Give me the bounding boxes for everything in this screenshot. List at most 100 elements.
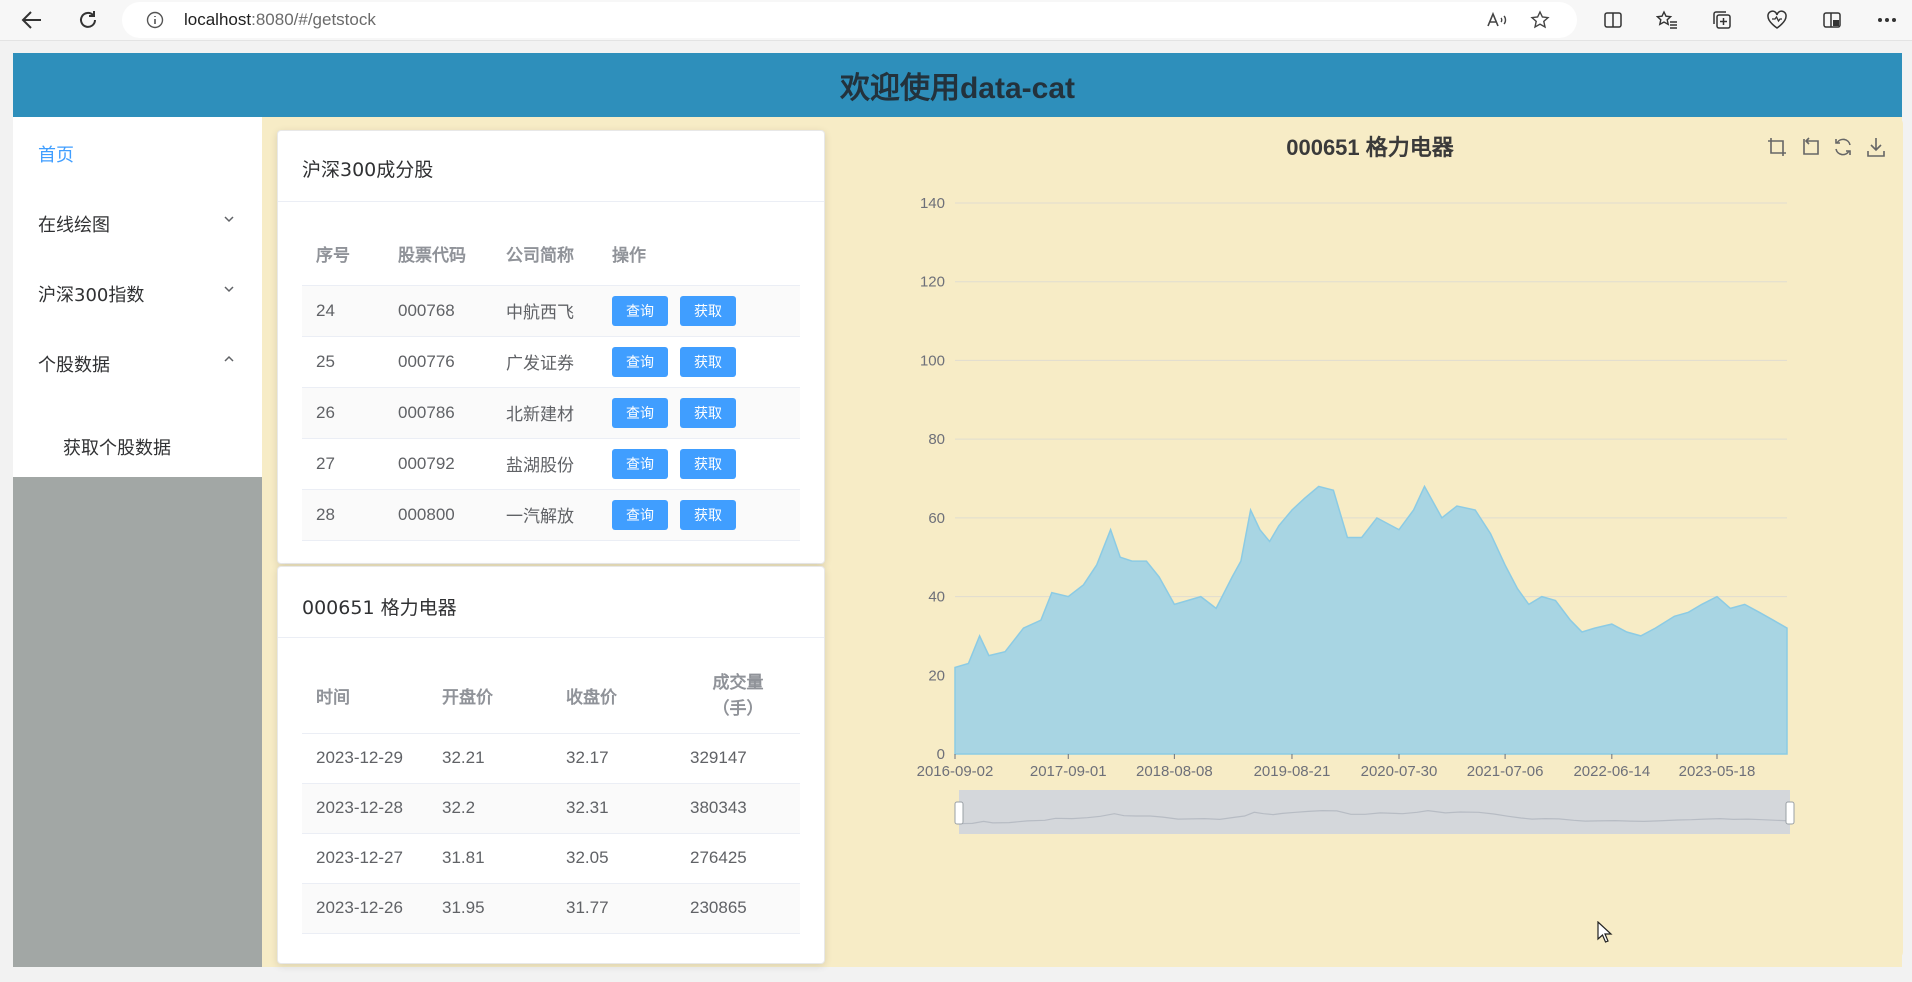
column-header: 公司简称 bbox=[492, 223, 598, 286]
cell-no: 24 bbox=[302, 285, 384, 337]
cell-open: 32.21 bbox=[428, 733, 552, 784]
cell-code: 000768 bbox=[384, 285, 492, 337]
workspaces-icon[interactable] bbox=[1816, 4, 1848, 36]
split-screen-icon[interactable] bbox=[1597, 4, 1629, 36]
x-tick-label: 2022-06-14 bbox=[1573, 763, 1650, 780]
constituent-stocks-card: 沪深300成分股 序号 股票代码 公司简称 操作 24 000768 中航西飞 … bbox=[277, 130, 825, 564]
info-icon[interactable] bbox=[146, 11, 164, 33]
card-title: 000651 格力电器 bbox=[302, 597, 457, 619]
cell-volume: 276425 bbox=[676, 833, 800, 884]
chevron-up-icon bbox=[224, 355, 234, 362]
cell-date: 2023-12-27 bbox=[302, 833, 428, 884]
cell-actions: 查询 获取 bbox=[598, 438, 800, 490]
cell-volume: 329147 bbox=[676, 733, 800, 784]
column-header: 时间 bbox=[302, 659, 428, 734]
data-zoom-left-handle[interactable] bbox=[954, 801, 964, 825]
fetch-button[interactable]: 获取 bbox=[680, 499, 736, 530]
cell-close: 32.05 bbox=[552, 833, 676, 884]
read-aloud-icon[interactable] bbox=[1486, 11, 1508, 33]
fetch-button[interactable]: 获取 bbox=[680, 448, 736, 479]
query-button[interactable]: 查询 bbox=[612, 295, 668, 326]
query-button[interactable]: 查询 bbox=[612, 448, 668, 479]
x-tick-label: 2023-05-18 bbox=[1679, 763, 1756, 780]
table-body: 2023-12-29 32.21 32.17 329147 2023-12-28… bbox=[302, 733, 800, 934]
cell-open: 31.81 bbox=[428, 833, 552, 884]
data-zoom-slider[interactable] bbox=[959, 790, 1790, 834]
cell-date: 2023-12-29 bbox=[302, 733, 428, 784]
cell-no: 26 bbox=[302, 387, 384, 439]
chevron-down-icon bbox=[224, 216, 234, 223]
reload-icon[interactable] bbox=[72, 4, 104, 36]
table-row: 24 000768 中航西飞 查询 获取 bbox=[302, 285, 800, 337]
cell-name: 一汽解放 bbox=[492, 489, 598, 541]
y-tick-label: 80 bbox=[928, 431, 945, 448]
card-title: 沪深300成分股 bbox=[302, 159, 434, 181]
favorite-star-icon[interactable] bbox=[1530, 10, 1550, 34]
sidebar-item-hs300-index[interactable]: 沪深300指数 bbox=[13, 257, 262, 327]
x-tick-label: 2017-09-01 bbox=[1030, 763, 1107, 780]
query-button[interactable]: 查询 bbox=[612, 397, 668, 428]
sidebar-item-label: 个股数据 bbox=[38, 355, 110, 376]
table-row: 25 000776 广发证券 查询 获取 bbox=[302, 336, 800, 388]
chevron-down-icon bbox=[224, 286, 234, 293]
cell-name: 广发证券 bbox=[492, 336, 598, 388]
favorites-icon[interactable] bbox=[1651, 4, 1683, 36]
sidebar-item-label: 沪深300指数 bbox=[38, 285, 145, 306]
price-area-chart[interactable]: 0 20 40 60 80 100 120 140 2016-09-02 2017-09-01 20… bbox=[837, 118, 1903, 958]
y-tick-label: 60 bbox=[928, 510, 945, 527]
cell-actions: 查询 获取 bbox=[598, 387, 800, 439]
column-header: 股票代码 bbox=[384, 223, 492, 286]
url-text: localhost:8080/#/getstock bbox=[184, 10, 376, 29]
cell-actions: 查询 获取 bbox=[598, 285, 800, 337]
column-header: 开盘价 bbox=[428, 659, 552, 734]
cell-name: 北新建材 bbox=[492, 387, 598, 439]
cell-volume: 380343 bbox=[676, 783, 800, 834]
chart-panel: 000651 格力电器 0 20 40 60 80 100 120 140 2016-09-02… bbox=[837, 118, 1903, 958]
cell-name: 盐湖股份 bbox=[492, 438, 598, 490]
sidebar-subitem-get-stock-data[interactable]: 获取个股数据 bbox=[13, 415, 262, 475]
constituent-stocks-table: 序号 股票代码 公司简称 操作 24 000768 中航西飞 查询 获取 25 0… bbox=[302, 223, 800, 541]
cell-code: 000800 bbox=[384, 489, 492, 541]
app-title: 欢迎使用data-cat bbox=[839, 72, 1076, 105]
fetch-button[interactable]: 获取 bbox=[680, 295, 736, 326]
browser-toolbar: localhost:8080/#/getstock bbox=[0, 0, 1912, 41]
query-button[interactable]: 查询 bbox=[612, 499, 668, 530]
address-bar[interactable]: localhost:8080/#/getstock bbox=[122, 2, 1577, 38]
cell-close: 32.17 bbox=[552, 733, 676, 784]
table-row: 28 000800 一汽解放 查询 获取 bbox=[302, 489, 800, 541]
fetch-button[interactable]: 获取 bbox=[680, 346, 736, 377]
collections-icon[interactable] bbox=[1706, 4, 1738, 36]
cell-close: 32.31 bbox=[552, 783, 676, 834]
cell-volume: 230865 bbox=[676, 883, 800, 934]
sidebar-item-home[interactable]: 首页 bbox=[13, 117, 262, 187]
cell-code: 000776 bbox=[384, 336, 492, 388]
y-tick-label: 20 bbox=[928, 667, 945, 684]
more-menu-icon[interactable] bbox=[1871, 4, 1903, 36]
x-tick-label: 2016-09-02 bbox=[917, 763, 994, 780]
column-header: 序号 bbox=[302, 223, 384, 286]
cell-code: 000792 bbox=[384, 438, 492, 490]
x-tick-label: 2021-07-06 bbox=[1467, 763, 1544, 780]
column-header: 收盘价 bbox=[552, 659, 676, 734]
y-tick-label: 100 bbox=[920, 352, 945, 369]
cell-close: 31.77 bbox=[552, 883, 676, 934]
sidebar-menu: 首页 在线绘图 沪深300指数 个股数据 获取个股数据 bbox=[13, 117, 262, 477]
query-button[interactable]: 查询 bbox=[612, 346, 668, 377]
price-area-series bbox=[954, 484, 1788, 755]
y-tick-label: 40 bbox=[928, 589, 945, 606]
data-zoom-right-handle[interactable] bbox=[1785, 801, 1795, 825]
cell-name: 中航西飞 bbox=[492, 285, 598, 337]
sidebar-item-online-plot[interactable]: 在线绘图 bbox=[13, 187, 262, 257]
mouse-cursor-icon bbox=[1597, 920, 1613, 947]
cell-no: 28 bbox=[302, 489, 384, 541]
browser-essentials-icon[interactable] bbox=[1761, 4, 1793, 36]
cell-actions: 查询 获取 bbox=[598, 489, 800, 541]
table-row: 27 000792 盐湖股份 查询 获取 bbox=[302, 438, 800, 490]
fetch-button[interactable]: 获取 bbox=[680, 397, 736, 428]
sidebar-subitem-label: 获取个股数据 bbox=[63, 438, 171, 459]
back-arrow-icon[interactable] bbox=[16, 4, 48, 36]
column-header: 操作 bbox=[598, 223, 800, 286]
table-row: 2023-12-29 32.21 32.17 329147 bbox=[302, 733, 800, 784]
cell-open: 32.2 bbox=[428, 783, 552, 834]
sidebar-item-stock-data[interactable]: 个股数据 bbox=[13, 327, 262, 397]
